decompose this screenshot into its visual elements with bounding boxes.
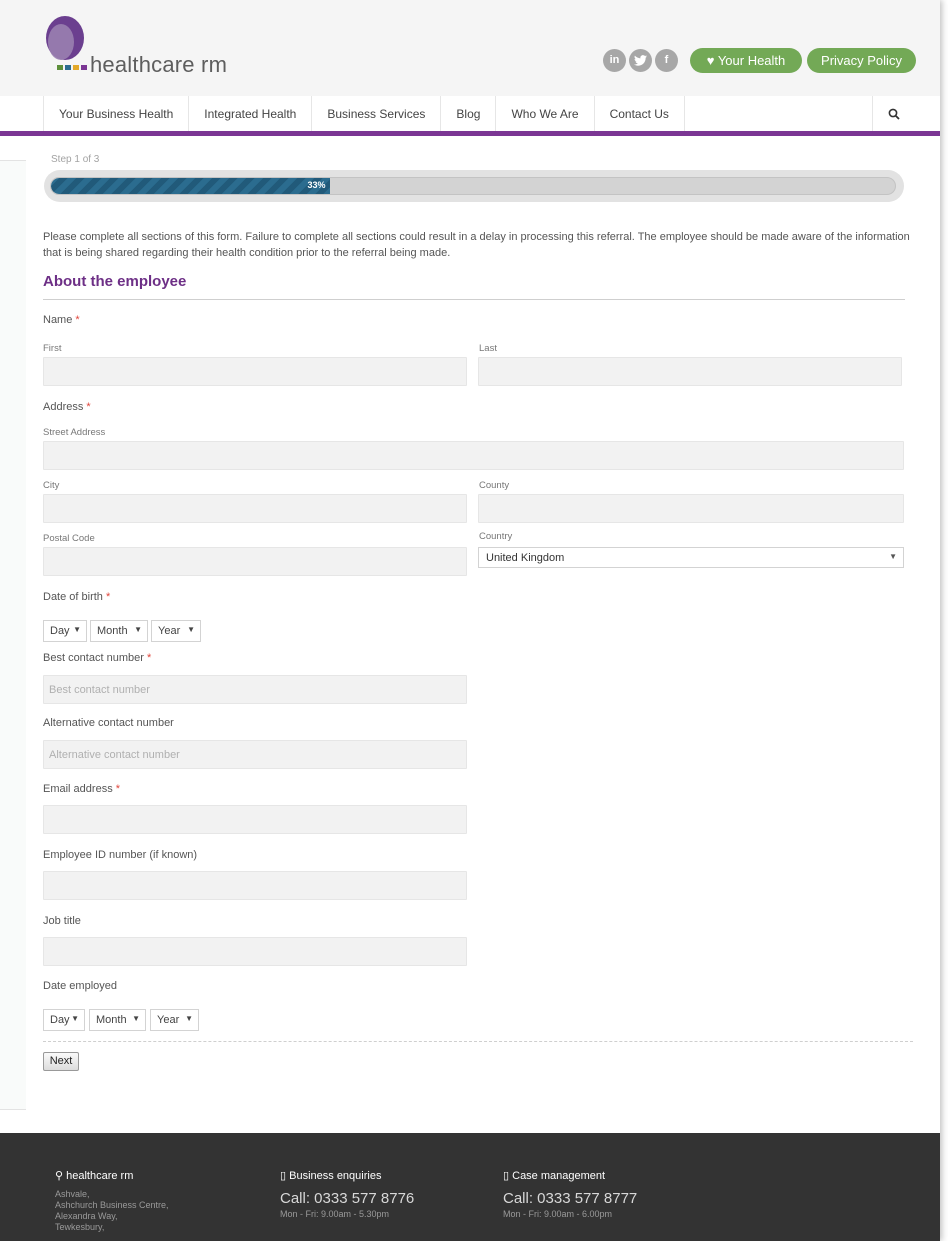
- employee-id-input[interactable]: [43, 871, 467, 900]
- employee-id-label: Employee ID number (if known): [43, 849, 198, 861]
- last-name-input[interactable]: [478, 357, 902, 386]
- case-call[interactable]: Call: 0333 577 8777: [503, 1190, 637, 1207]
- business-hours: Mon - Fri: 9.00am - 5.30pm: [280, 1209, 390, 1219]
- dob-label: Date of birth *: [43, 591, 111, 603]
- street-address-input[interactable]: [43, 441, 904, 470]
- city-input[interactable]: [43, 494, 467, 523]
- facebook-icon[interactable]: f: [655, 49, 678, 72]
- address-label: Address *: [43, 401, 91, 413]
- best-contact-label: Best contact number *: [43, 652, 152, 664]
- next-button[interactable]: Next: [43, 1052, 79, 1071]
- privacy-policy-button[interactable]: Privacy Policy: [807, 48, 916, 73]
- nav-menu: Your Business Health Integrated Health B…: [43, 96, 915, 131]
- map-marker-icon: ⚲: [55, 1170, 64, 1182]
- nav-item-who-we-are[interactable]: Who We Are: [496, 96, 595, 131]
- search-button[interactable]: [872, 96, 915, 131]
- postal-code-sublabel: Postal Code: [43, 533, 95, 544]
- dob-day-select[interactable]: Day ▼: [43, 620, 87, 642]
- heart-icon: ♥: [706, 53, 715, 68]
- progress-fill: 33%: [51, 178, 330, 194]
- footer-address: Ashvale, Ashchurch Business Centre, Alex…: [55, 1189, 169, 1232]
- dropdown-arrow-icon: ▼: [73, 625, 81, 634]
- county-sublabel: County: [479, 480, 510, 491]
- dropdown-arrow-icon: ▼: [134, 625, 142, 634]
- best-contact-input[interactable]: Best contact number: [43, 675, 467, 704]
- dropdown-arrow-icon: ▼: [889, 552, 897, 561]
- employed-day-select[interactable]: Day ▼: [43, 1009, 85, 1031]
- nav-item-contact-us[interactable]: Contact Us: [595, 96, 685, 131]
- email-label: Email address *: [43, 783, 121, 795]
- site-footer: ⚲ healthcare rm Ashvale, Ashchurch Busin…: [0, 1133, 940, 1241]
- case-hours: Mon - Fri: 9.00am - 6.00pm: [503, 1209, 613, 1219]
- section-divider: [43, 299, 905, 300]
- last-name-sublabel: Last: [479, 343, 497, 354]
- form-footer-divider: [43, 1041, 913, 1042]
- nav-item-your-business-health[interactable]: Your Business Health: [44, 96, 190, 131]
- country-select[interactable]: United Kingdom ▼: [478, 547, 904, 568]
- dob-month-select[interactable]: Month ▼: [90, 620, 148, 642]
- nav-item-blog[interactable]: Blog: [441, 96, 497, 131]
- employed-year-select[interactable]: Year ▼: [150, 1009, 199, 1031]
- country-sublabel: Country: [479, 531, 513, 542]
- alt-contact-label: Alternative contact number: [43, 717, 174, 729]
- form-intro: Please complete all sections of this for…: [43, 231, 910, 259]
- linkedin-icon[interactable]: in: [603, 49, 626, 72]
- footer-case-title: ▯ Case management: [503, 1170, 606, 1182]
- city-sublabel: City: [43, 480, 60, 491]
- footer-company-title: ⚲ healthcare rm: [55, 1170, 134, 1182]
- your-health-button[interactable]: ♥ Your Health: [690, 48, 802, 73]
- progress-bar: 33%: [44, 170, 904, 202]
- job-title-input[interactable]: [43, 937, 467, 966]
- nav-item-business-services[interactable]: Business Services: [312, 96, 442, 131]
- progress-track: 33%: [50, 177, 896, 195]
- progress-label: 33%: [307, 180, 326, 190]
- alt-contact-input[interactable]: Alternative contact number: [43, 740, 467, 769]
- section-title: About the employee: [43, 273, 187, 290]
- twitter-icon[interactable]: [629, 49, 652, 72]
- phone-icon: ▯: [280, 1170, 287, 1182]
- dropdown-arrow-icon: ▼: [71, 1014, 79, 1023]
- step-indicator: Step 1 of 3: [51, 154, 100, 165]
- job-title-label: Job title: [43, 915, 81, 927]
- date-employed-label: Date employed: [43, 980, 117, 992]
- search-icon: [888, 108, 900, 120]
- main-nav: Your Business Health Integrated Health B…: [0, 96, 940, 136]
- first-name-sublabel: First: [43, 343, 62, 354]
- logo-text: healthcare rm: [90, 52, 228, 77]
- dob-year-select[interactable]: Year ▼: [151, 620, 201, 642]
- logo[interactable]: healthcare rm: [43, 14, 243, 80]
- postal-code-input[interactable]: [43, 547, 467, 576]
- email-input[interactable]: [43, 805, 467, 834]
- phone-icon: ▯: [503, 1170, 510, 1182]
- name-label: Name *: [43, 314, 80, 326]
- nav-item-integrated-health[interactable]: Integrated Health: [189, 96, 313, 131]
- page-frame: healthcare rm in f ♥ Your Health Privacy…: [0, 0, 940, 1241]
- site-header: healthcare rm in f ♥ Your Health Privacy…: [0, 0, 940, 96]
- employed-month-select[interactable]: Month ▼: [89, 1009, 146, 1031]
- side-panel: [0, 160, 26, 1110]
- dropdown-arrow-icon: ▼: [185, 1014, 193, 1023]
- footer-business-title: ▯ Business enquiries: [280, 1170, 382, 1182]
- alt-contact-placeholder: Alternative contact number: [49, 749, 180, 761]
- street-address-sublabel: Street Address: [43, 427, 106, 438]
- first-name-input[interactable]: [43, 357, 467, 386]
- dropdown-arrow-icon: ▼: [132, 1014, 140, 1023]
- county-input[interactable]: [478, 494, 904, 523]
- business-call[interactable]: Call: 0333 577 8776: [280, 1190, 414, 1207]
- dropdown-arrow-icon: ▼: [187, 625, 195, 634]
- best-contact-placeholder: Best contact number: [49, 684, 150, 696]
